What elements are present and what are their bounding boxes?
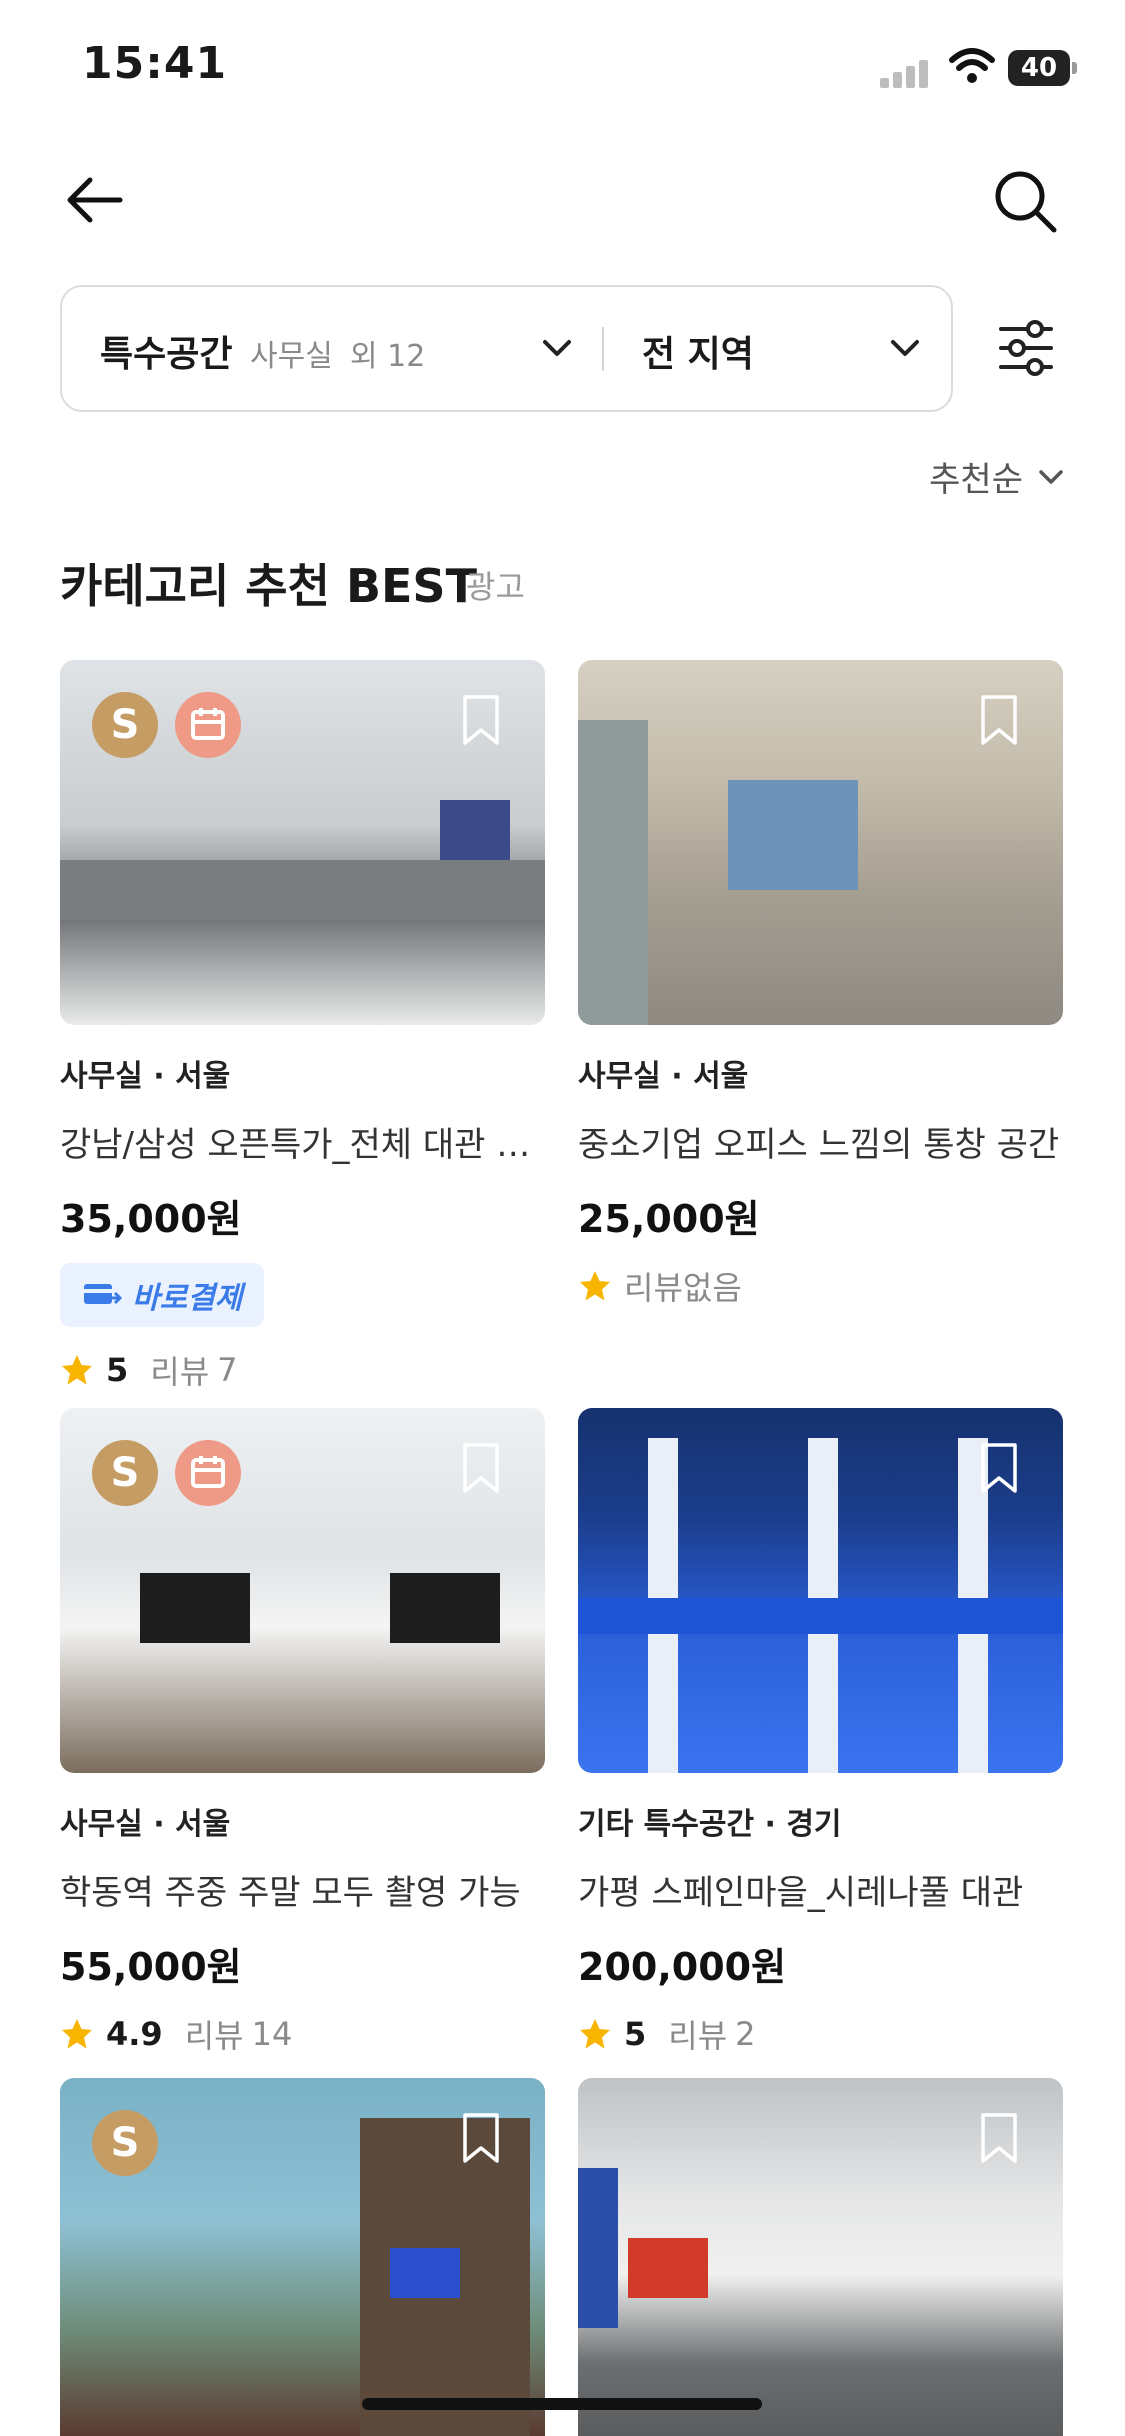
super-host-badge: S — [92, 1440, 158, 1506]
space-price: 55,000원 — [60, 1945, 242, 1989]
space-meta: 사무실 · 서울 — [60, 1807, 231, 1842]
super-host-badge: S — [92, 692, 158, 758]
category-filter-label[interactable]: 특수공간 — [100, 325, 232, 377]
category-more-count: 외 12 — [350, 339, 426, 374]
bookmark-icon[interactable] — [461, 1442, 501, 1494]
status-bar: 15:41 40 — [0, 0, 1125, 140]
rating-row: 5 리뷰 7 — [60, 1347, 545, 1393]
instant-pay-badge: 바로결제 — [60, 1263, 265, 1327]
review-count: 7 — [217, 1351, 238, 1389]
bookmark-icon[interactable] — [979, 694, 1019, 746]
rating-row: 5 리뷰 2 — [578, 2011, 1063, 2057]
sort-dropdown[interactable]: 추천순 — [929, 452, 1065, 501]
back-arrow-icon[interactable] — [60, 170, 130, 230]
bookmark-icon[interactable] — [979, 2112, 1019, 2164]
space-photo: S — [60, 660, 545, 1025]
sort-label: 추천순 — [929, 460, 1023, 500]
super-host-badge: S — [92, 2110, 158, 2176]
instant-pay-label: 바로결제 — [132, 1281, 243, 1316]
space-price: 35,000원 — [60, 1197, 242, 1241]
review-label: 리뷰 — [668, 2017, 728, 2055]
space-card[interactable]: S — [60, 2078, 545, 2436]
review-label: 리뷰 — [184, 2017, 244, 2055]
rating-score: 5 — [624, 2015, 647, 2053]
star-icon — [62, 2019, 92, 2049]
chevron-down-icon[interactable] — [888, 333, 922, 363]
space-meta: 기타 특수공간 · 경기 — [578, 1807, 842, 1842]
wifi-icon — [949, 48, 995, 83]
rating-row: 리뷰없음 — [578, 1263, 1063, 1309]
space-card[interactable]: 사무실 · 서울 중소기업 오피스 느낌의 통창 공간 25,000원 리뷰없음 — [578, 660, 1063, 1309]
calendar-badge-icon — [175, 1440, 241, 1506]
space-title: 학동역 주중 주말 모두 촬영 가능 — [60, 1873, 521, 1913]
space-card[interactable]: 기타 특수공간 · 경기 가평 스페인마을_시레나풀 대관 200,000원 5… — [578, 1408, 1063, 2057]
space-meta: 사무실 · 서울 — [60, 1059, 231, 1094]
chevron-down-icon[interactable] — [540, 333, 574, 363]
space-title: 강남/삼성 오픈특가_전체 대관 공간 — [60, 1125, 545, 1165]
status-time: 15:41 — [82, 38, 228, 89]
space-price: 25,000원 — [578, 1197, 760, 1241]
filter-divider — [602, 327, 604, 371]
space-card[interactable]: S 사무실 · 서울 강남/삼성 오픈특가_전체 대관 공간 35,000원 바… — [60, 660, 545, 1393]
space-photo — [578, 660, 1063, 1025]
chevron-down-icon — [1039, 469, 1063, 484]
space-price: 200,000원 — [578, 1945, 787, 1989]
rating-score: 4.9 — [106, 2015, 163, 2053]
rating-row: 4.9 리뷰 14 — [60, 2011, 545, 2057]
search-icon[interactable] — [990, 166, 1060, 236]
category-sub-label: 사무실 — [250, 339, 333, 374]
space-card[interactable]: S 사무실 · 서울 학동역 주중 주말 모두 촬영 가능 55,000원 4.… — [60, 1408, 545, 2057]
space-photo: S — [60, 2078, 545, 2436]
star-icon — [580, 1271, 610, 1301]
space-photo: S — [60, 1408, 545, 1773]
rating-score: 5 — [106, 1351, 129, 1389]
top-nav — [0, 160, 1125, 240]
region-filter-label[interactable]: 전 지역 — [642, 325, 754, 377]
star-icon — [62, 1355, 92, 1385]
cellular-signal-icon — [880, 58, 932, 88]
no-review-label: 리뷰없음 — [624, 1269, 742, 1307]
ad-label: 광고 — [466, 568, 525, 606]
space-photo — [578, 2078, 1063, 2436]
filter-bar: 특수공간 사무실 외 12 전 지역 — [60, 285, 953, 412]
star-icon — [580, 2019, 610, 2049]
home-indicator[interactable] — [362, 2398, 762, 2410]
section-title: 카테고리 추천 BEST — [60, 559, 477, 613]
bookmark-icon[interactable] — [461, 694, 501, 746]
filter-settings-icon[interactable] — [995, 315, 1057, 381]
battery-icon: 40 — [1008, 50, 1077, 86]
review-count: 14 — [251, 2015, 293, 2053]
bookmark-icon[interactable] — [461, 2112, 501, 2164]
bookmark-icon[interactable] — [979, 1442, 1019, 1494]
space-meta: 사무실 · 서울 — [578, 1059, 749, 1094]
review-label: 리뷰 — [150, 1353, 210, 1391]
calendar-badge-icon — [175, 692, 241, 758]
card-payment-icon — [84, 1284, 122, 1305]
space-photo — [578, 1408, 1063, 1773]
review-count: 2 — [735, 2015, 756, 2053]
space-card[interactable] — [578, 2078, 1063, 2436]
space-title: 중소기업 오피스 느낌의 통창 공간 — [578, 1125, 1060, 1165]
space-title: 가평 스페인마을_시레나풀 대관 — [578, 1873, 1024, 1913]
